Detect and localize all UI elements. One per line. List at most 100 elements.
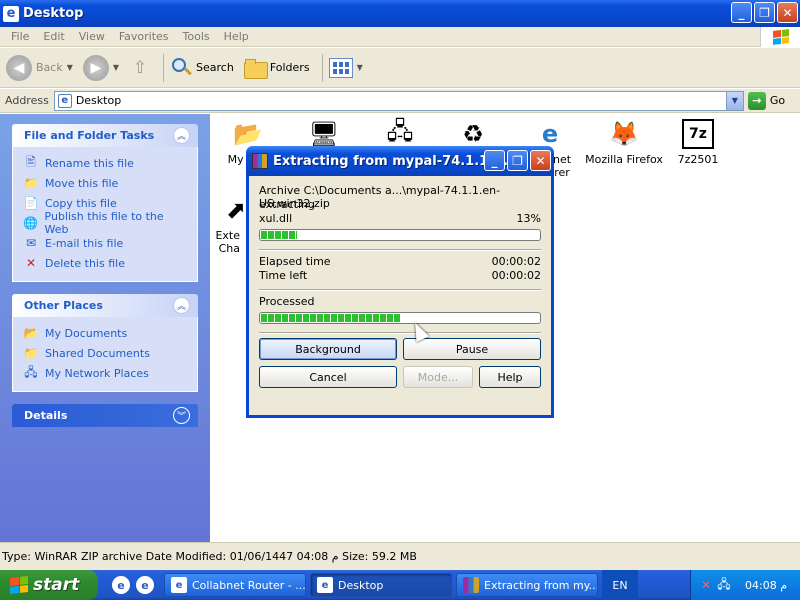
task-label: Move this file [45, 176, 119, 190]
status-bar: Type: WinRAR ZIP archive Date Modified: … [0, 542, 800, 570]
folder-icon [243, 58, 268, 79]
close-button[interactable]: ✕ [777, 2, 798, 23]
firefox-icon: 🦊 [609, 120, 639, 148]
taskbar-item-collabnet[interactable]: e Collabnet Router - ... [164, 573, 306, 597]
dialog-titlebar[interactable]: Extracting from mypal-74.1.1.... _ ❐ ✕ [246, 146, 554, 176]
move-file-link[interactable]: 📁 Move this file [23, 173, 187, 193]
winrar-icon [252, 153, 268, 169]
sevenzip-icon: 7z [682, 118, 714, 150]
taskbar-item-desktop[interactable]: e Desktop [310, 573, 452, 597]
forward-button[interactable]: ▶ ▼ [82, 54, 119, 81]
address-input[interactable]: e Desktop ▼ [53, 90, 744, 111]
publish-file-link[interactable]: 🌐 Publish this file to the Web [23, 210, 187, 236]
item-label: Mozilla Firefox [585, 153, 663, 166]
shared-documents-link[interactable]: 📁 Shared Documents [23, 343, 187, 363]
my-documents-link[interactable]: 📂 My Documents [23, 323, 187, 343]
item-label-line2: Cha [218, 242, 240, 255]
dialog-close-button[interactable]: ✕ [530, 150, 551, 171]
folders-button[interactable]: Folders [243, 58, 310, 79]
back-button[interactable]: ◀ Back ▼ [6, 54, 73, 81]
current-file-line: xul.dll 13% [259, 212, 541, 226]
desktop-item-shortcut[interactable]: ⬈ Exte Cha [200, 194, 246, 255]
elapsed-line: Elapsed time 00:00:02 [259, 255, 541, 269]
language-indicator[interactable]: EN [602, 570, 638, 600]
desktop-icon: e [57, 93, 72, 108]
go-arrow-icon: → [747, 91, 766, 110]
go-button[interactable]: → Go [747, 91, 786, 110]
taskbar-item-extracting[interactable]: Extracting from my... [456, 573, 598, 597]
network-icon[interactable]: 🖧 [717, 577, 731, 592]
status-text: Type: WinRAR ZIP archive Date Modified: … [2, 550, 417, 563]
internet-explorer-icon[interactable]: e [136, 576, 154, 594]
email-file-link[interactable]: ✉ E-mail this file [23, 233, 187, 253]
window-titlebar[interactable]: e Desktop _ ❐ ✕ [0, 0, 800, 27]
help-button[interactable]: Help [479, 366, 541, 388]
expand-icon[interactable]: ︾ [173, 407, 190, 424]
chevron-down-icon[interactable]: ▼ [67, 63, 73, 72]
dialog-maximize-button[interactable]: ❐ [507, 150, 528, 171]
menu-edit[interactable]: Edit [36, 30, 71, 43]
file-tasks-header[interactable]: File and Folder Tasks ︽ [12, 124, 198, 147]
internet-explorer-icon[interactable]: e [112, 576, 130, 594]
start-button[interactable]: start [0, 570, 98, 600]
timeleft-value: 00:00:02 [491, 269, 541, 282]
place-label: Shared Documents [45, 346, 150, 360]
dialog-minimize-button[interactable]: _ [484, 150, 505, 171]
task-label: Extracting from my... [484, 578, 598, 592]
timeleft-label: Time left [259, 269, 308, 282]
current-file-percent: 13% [516, 212, 541, 225]
views-button[interactable]: ▼ [328, 57, 363, 78]
my-network-places-link[interactable]: 🖧 My Network Places [23, 363, 187, 383]
menu-view[interactable]: View [72, 30, 112, 43]
network-disconnected-icon[interactable]: ✕ [699, 578, 713, 592]
rename-file-link[interactable]: 🖹 Rename this file [23, 153, 187, 173]
collapse-icon[interactable]: ︽ [173, 127, 190, 144]
menu-file[interactable]: File [4, 30, 36, 43]
other-places-header[interactable]: Other Places ︽ [12, 294, 198, 317]
task-label: Publish this file to the Web [44, 210, 164, 236]
chevron-down-icon[interactable]: ▼ [113, 63, 119, 72]
elapsed-label: Elapsed time [259, 255, 331, 268]
search-button[interactable]: Search [170, 57, 234, 79]
clock[interactable]: 04:08 م [745, 579, 787, 592]
separator [259, 332, 541, 334]
network-icon: 🖧 [24, 364, 38, 379]
delete-file-link[interactable]: ✕ Delete this file [23, 253, 187, 273]
task-label: Rename this file [45, 156, 134, 170]
windows-logo-icon [10, 576, 28, 594]
file-tasks-title: File and Folder Tasks [24, 129, 155, 142]
file-tasks-panel: File and Folder Tasks ︽ 🖹 Rename this fil… [12, 124, 198, 282]
minimize-button[interactable]: _ [731, 2, 752, 23]
processed-progress-fill [261, 314, 400, 322]
menu-tools[interactable]: Tools [176, 30, 217, 43]
place-label: My Documents [45, 326, 128, 340]
winrar-extract-dialog: Extracting from mypal-74.1.1.... _ ❐ ✕ A… [246, 146, 554, 418]
address-bar: Address e Desktop ▼ → Go [0, 89, 800, 113]
background-button[interactable]: Background [259, 338, 397, 360]
task-pane: File and Folder Tasks ︽ 🖹 Rename this fil… [0, 114, 210, 542]
timeleft-line: Time left 00:00:02 [259, 269, 541, 283]
back-arrow-icon: ◀ [6, 54, 32, 81]
details-header[interactable]: Details ︾ [12, 404, 198, 427]
up-button[interactable]: ⇧ [129, 57, 151, 79]
go-label: Go [769, 94, 786, 107]
current-file-name: xul.dll [259, 212, 293, 225]
collapse-icon[interactable]: ︽ [173, 297, 190, 314]
mode-button[interactable]: Mode... [403, 366, 473, 388]
action-text: extracting [259, 198, 316, 211]
separator [259, 249, 541, 251]
menu-favorites[interactable]: Favorites [112, 30, 176, 43]
maximize-button[interactable]: ❐ [754, 2, 775, 23]
explorer-icon: e [3, 5, 19, 22]
shared-folder-icon: 📁 [23, 346, 39, 360]
desktop-item-7zip[interactable]: 7z 7z2501 [658, 118, 738, 166]
menu-help[interactable]: Help [217, 30, 256, 43]
taskbar: start e e e Collabnet Router - ... e Des… [0, 570, 800, 600]
other-places-panel: Other Places ︽ 📂 My Documents 📁 Shared Doc… [12, 294, 198, 392]
toolbar: ◀ Back ▼ ▶ ▼ ⇧ Search Folders ▼ [0, 48, 800, 88]
desktop-item-firefox[interactable]: 🦊 Mozilla Firefox [584, 118, 664, 166]
cancel-button[interactable]: Cancel [259, 366, 397, 388]
pause-button[interactable]: Pause [403, 338, 541, 360]
internet-explorer-icon: e [171, 577, 187, 593]
address-dropdown-button[interactable]: ▼ [725, 91, 743, 110]
